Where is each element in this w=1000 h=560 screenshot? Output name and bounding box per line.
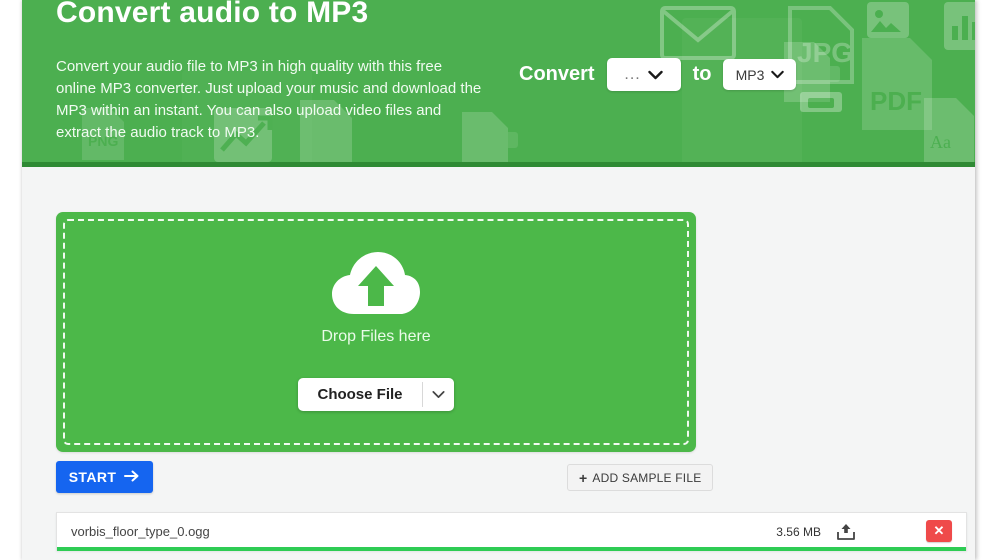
plus-icon: + (579, 469, 588, 486)
chevron-down-icon (432, 386, 445, 404)
choose-file-button[interactable]: Choose File (298, 378, 454, 411)
source-format-select[interactable]: ... (606, 58, 681, 91)
target-format-value: MP3 (735, 66, 765, 83)
source-format-value: ... (624, 65, 641, 83)
upload-progress-fill (57, 547, 966, 551)
chevron-down-icon (648, 70, 663, 80)
cloud-upload-icon (330, 248, 422, 320)
file-list-item: vorbis_floor_type_0.ogg 3.56 MB ✕ (56, 512, 967, 551)
page-title: Convert audio to MP3 (56, 0, 369, 29)
chevron-down-icon (771, 70, 785, 79)
file-name: vorbis_floor_type_0.ogg (71, 524, 210, 539)
remove-file-button[interactable]: ✕ (926, 520, 952, 542)
to-label: to (692, 63, 712, 85)
dropzone-label: Drop Files here (321, 328, 431, 345)
convert-controls: Convert ... to MP3 (519, 58, 797, 91)
file-size: 3.56 MB (776, 525, 821, 539)
page-description: Convert your audio file to MP3 in high q… (56, 58, 482, 141)
file-dropzone[interactable]: Drop Files here Choose File (56, 212, 696, 452)
upload-tray-icon[interactable] (836, 523, 856, 541)
target-format-select[interactable]: MP3 (723, 59, 797, 90)
start-button-label: START (68, 469, 117, 485)
upload-progress-bar (57, 547, 966, 551)
choose-file-dropdown-toggle[interactable] (423, 378, 454, 411)
arrow-right-icon (124, 469, 140, 485)
add-sample-file-label: ADD SAMPLE FILE (592, 470, 702, 485)
close-icon: ✕ (933, 523, 945, 538)
start-button[interactable]: START (56, 461, 153, 493)
hero-banner: JPG PDF PNG Aa Convert audio to MP3 Conv… (22, 0, 975, 167)
choose-file-label: Choose File (317, 386, 403, 403)
add-sample-file-button[interactable]: + ADD SAMPLE FILE (567, 464, 714, 491)
convert-label: Convert (519, 63, 595, 85)
page-root: JPG PDF PNG Aa Convert audio to MP3 Conv… (0, 0, 1000, 560)
main-content: Drop Files here Choose File START + ADD … (22, 167, 975, 560)
document-body: JPG PDF PNG Aa Convert audio to MP3 Conv… (22, 0, 975, 560)
dropzone-content: Drop Files here (56, 248, 696, 346)
